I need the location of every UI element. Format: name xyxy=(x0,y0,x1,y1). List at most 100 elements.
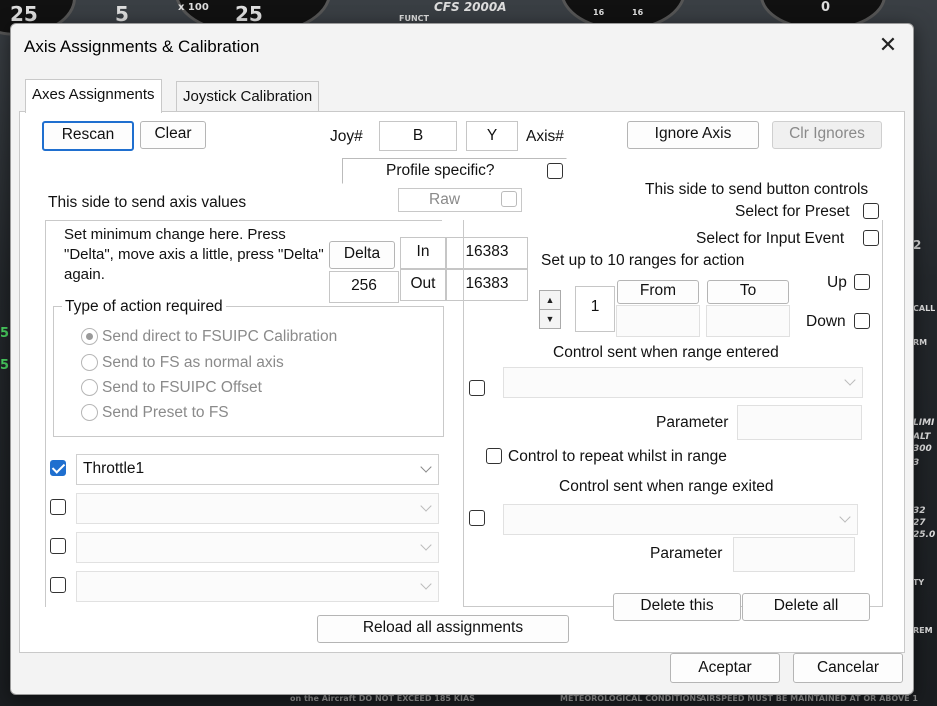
axes-assignments-panel: Rescan Clear Joy# B Y Axis# Ignore Axis … xyxy=(19,111,905,653)
assignment-checkbox-1[interactable] xyxy=(50,460,66,476)
assignment-select-4[interactable] xyxy=(76,571,439,602)
background-text: RM xyxy=(913,338,928,347)
tab-joystick-calibration[interactable]: Joystick Calibration xyxy=(176,81,320,112)
entered-parameter-field[interactable] xyxy=(737,405,862,440)
delta-value: 256 xyxy=(329,271,399,303)
radio-fsuipc-offset-label: Send to FSUIPC Offset xyxy=(102,379,262,396)
background-text: CALL xyxy=(913,304,936,313)
select-preset-checkbox[interactable] xyxy=(863,203,879,219)
background-text: CFS 2000A xyxy=(434,0,507,14)
range-exited-label: Control sent when range exited xyxy=(559,478,774,495)
delta-help-text: Set minimum change here. Press "Delta", … xyxy=(64,226,324,283)
out-label: Out xyxy=(400,269,446,301)
spin-down-icon[interactable]: ▼ xyxy=(539,309,561,329)
to-button[interactable]: To xyxy=(707,280,789,304)
background-text: FUNCT xyxy=(399,14,429,23)
range-exited-checkbox[interactable] xyxy=(469,510,485,526)
button-side-heading: This side to send button controls xyxy=(645,181,869,198)
close-icon[interactable]: ✕ xyxy=(873,30,903,60)
raw-row: Raw xyxy=(398,188,522,212)
delete-this-button[interactable]: Delete this xyxy=(613,593,741,621)
axis-assignments-dialog: Axis Assignments & Calibration ✕ Axes As… xyxy=(10,23,914,695)
background-text: 5 xyxy=(0,326,10,341)
background-text: 16 xyxy=(593,8,605,17)
rescan-button[interactable]: Rescan xyxy=(42,121,134,151)
assignment-checkbox-4[interactable] xyxy=(50,577,66,593)
assignment-select-1-value: Throttle1 xyxy=(83,460,145,477)
window-title: Axis Assignments & Calibration xyxy=(24,37,260,56)
ok-button[interactable]: Aceptar xyxy=(670,653,780,683)
background-text: 32 xyxy=(913,506,926,516)
delta-button[interactable]: Delta xyxy=(329,241,395,269)
radio-send-preset-label: Send Preset to FS xyxy=(102,404,229,421)
ranges-heading: Set up to 10 ranges for action xyxy=(541,252,745,269)
radio-fsuipc-calibration[interactable] xyxy=(81,328,98,345)
down-checkbox[interactable] xyxy=(854,313,870,329)
radio-normal-axis-label: Send to FS as normal axis xyxy=(102,354,284,371)
chevron-down-icon xyxy=(420,500,432,512)
profile-specific-label: Profile specific? xyxy=(386,162,495,179)
background-text: 27 xyxy=(913,518,926,528)
range-index: 1 xyxy=(575,286,615,332)
up-label: Up xyxy=(827,274,847,291)
profile-specific-row: Profile specific? xyxy=(342,158,567,184)
title-bar: Axis Assignments & Calibration ✕ xyxy=(11,24,913,69)
background-text: 16 xyxy=(632,8,644,17)
background-text: 5 xyxy=(0,358,10,373)
background-text: LIMI xyxy=(913,418,935,428)
clear-ignores-button[interactable]: Clr Ignores xyxy=(772,121,882,149)
cancel-button[interactable]: Cancelar xyxy=(793,653,903,683)
background-text: ALT xyxy=(913,432,931,442)
range-entered-label: Control sent when range entered xyxy=(553,344,779,361)
repeat-in-range-checkbox[interactable] xyxy=(486,448,502,464)
chevron-down-icon xyxy=(420,539,432,551)
range-exited-select[interactable] xyxy=(503,504,858,535)
entered-parameter-label: Parameter xyxy=(656,414,729,431)
action-type-title: Type of action required xyxy=(62,298,226,316)
axis-side-heading: This side to send axis values xyxy=(48,194,247,211)
background-text: x 100 xyxy=(178,2,209,13)
up-checkbox[interactable] xyxy=(854,274,870,290)
exited-parameter-field[interactable] xyxy=(733,537,855,572)
reload-assignments-button[interactable]: Reload all assignments xyxy=(317,615,569,643)
select-preset-label: Select for Preset xyxy=(735,203,850,220)
ignore-axis-button[interactable]: Ignore Axis xyxy=(627,121,759,149)
joy-number-value: B xyxy=(379,121,457,151)
tab-axes-assignments[interactable]: Axes Assignments xyxy=(25,79,162,113)
chevron-down-icon xyxy=(839,511,851,523)
background-text: on the Aircraft DO NOT EXCEED 185 KIAS xyxy=(290,694,475,703)
background-text: 300 xyxy=(913,444,932,454)
assignment-select-3[interactable] xyxy=(76,532,439,563)
background-text: METEOROLOGICAL CONDITIONS xyxy=(560,694,702,703)
radio-normal-axis[interactable] xyxy=(81,354,98,371)
background-text: REM xyxy=(913,626,933,635)
assignment-checkbox-2[interactable] xyxy=(50,499,66,515)
joy-number-label: Joy# xyxy=(330,128,363,145)
axis-number-value: Y xyxy=(466,121,518,151)
chevron-down-icon xyxy=(420,578,432,590)
profile-specific-checkbox[interactable] xyxy=(547,163,563,179)
spin-up-icon[interactable]: ▲ xyxy=(539,290,561,310)
background-text: 2 xyxy=(913,238,922,252)
from-button[interactable]: From xyxy=(617,280,699,304)
range-entered-select[interactable] xyxy=(503,367,863,398)
range-entered-checkbox[interactable] xyxy=(469,380,485,396)
from-field[interactable] xyxy=(616,305,700,337)
down-label: Down xyxy=(806,313,846,330)
raw-label: Raw xyxy=(429,191,461,208)
radio-send-preset[interactable] xyxy=(81,404,98,421)
delete-all-button[interactable]: Delete all xyxy=(742,593,870,621)
exited-parameter-label: Parameter xyxy=(650,545,723,562)
clear-button[interactable]: Clear xyxy=(140,121,206,149)
axis-number-label: Axis# xyxy=(526,128,564,145)
chevron-down-icon xyxy=(844,374,856,386)
radio-fsuipc-calibration-label: Send direct to FSUIPC Calibration xyxy=(102,328,338,345)
raw-checkbox[interactable] xyxy=(501,191,517,207)
assignment-select-1[interactable]: Throttle1 xyxy=(76,454,439,485)
to-field[interactable] xyxy=(706,305,790,337)
assignment-select-2[interactable] xyxy=(76,493,439,524)
radio-fsuipc-offset[interactable] xyxy=(81,379,98,396)
background-text: 25.0 xyxy=(913,530,936,540)
assignment-checkbox-3[interactable] xyxy=(50,538,66,554)
tab-strip: Axes Assignments Joystick Calibration xyxy=(19,79,899,113)
